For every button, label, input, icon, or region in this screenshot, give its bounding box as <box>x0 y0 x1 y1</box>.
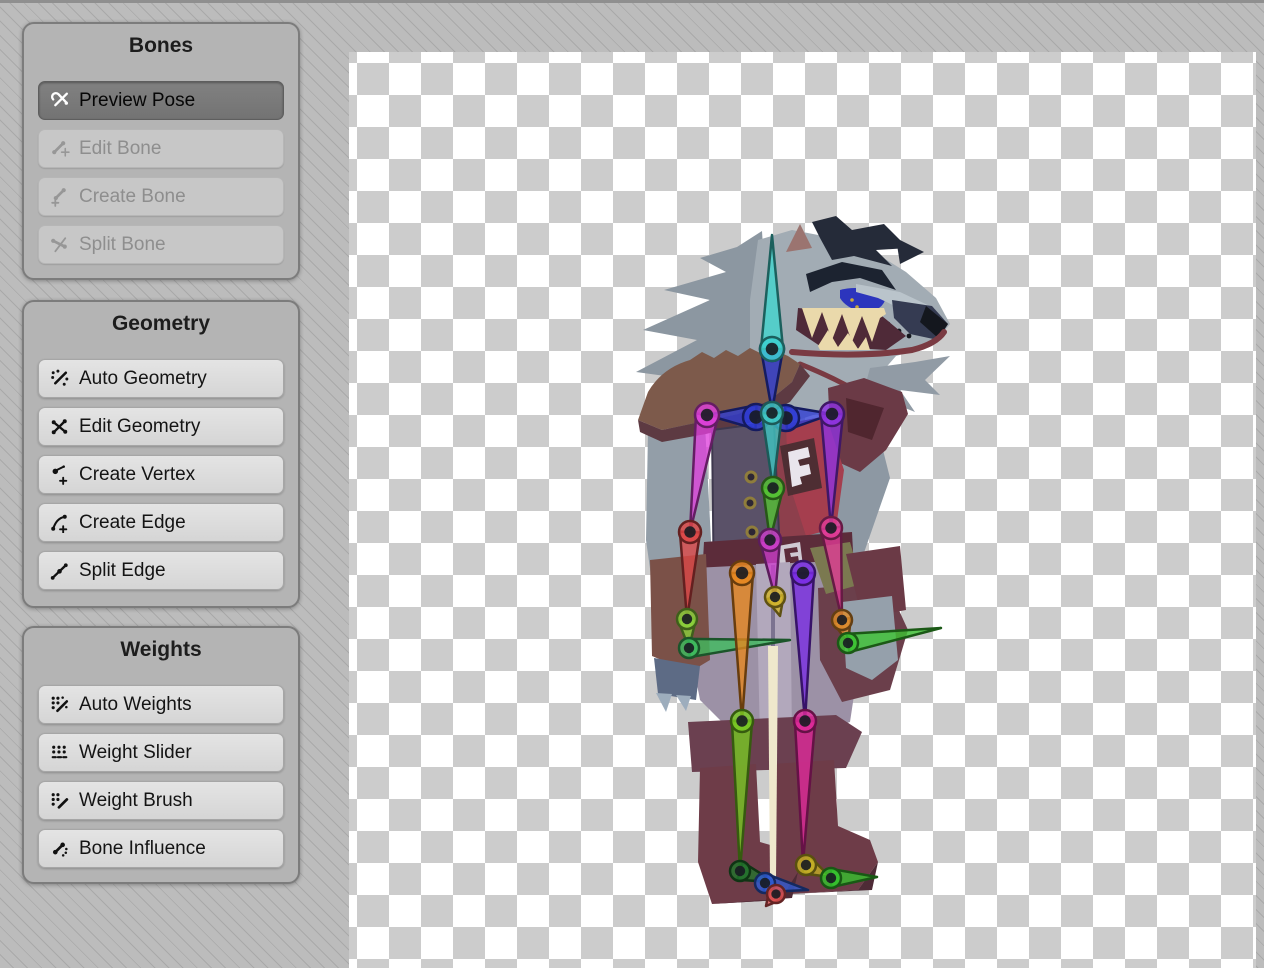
button-label: Edit Bone <box>79 138 161 160</box>
panel-title: Bones <box>24 33 298 59</box>
sprite-canvas[interactable] <box>349 52 1256 968</box>
bone-heel-l[interactable] <box>766 885 785 906</box>
button-label: Edit Geometry <box>79 416 200 438</box>
edit-geometry-icon <box>49 416 70 437</box>
button-label: Create Vertex <box>79 464 195 486</box>
create-vertex-button[interactable]: Create Vertex <box>38 455 284 494</box>
button-label: Weight Brush <box>79 790 193 812</box>
split-edge-button[interactable]: Split Edge <box>38 551 284 590</box>
button-label: Auto Geometry <box>79 368 207 390</box>
edit-bone-icon <box>49 138 70 159</box>
auto-weights-icon <box>49 694 70 715</box>
panel-title: Geometry <box>24 311 298 337</box>
button-label: Split Bone <box>79 234 166 256</box>
panel-geometry: Geometry Auto Geometry Edit Geometry Cre… <box>22 300 300 608</box>
weight-brush-button[interactable]: Weight Brush <box>38 781 284 820</box>
weight-brush-icon <box>49 790 70 811</box>
button-label: Split Edge <box>79 560 166 582</box>
panel-title: Weights <box>24 637 298 663</box>
preview-pose-icon <box>49 90 70 111</box>
create-bone-button[interactable]: Create Bone <box>38 177 284 216</box>
panel-bones: Bones Preview Pose Edit Bone Create Bone… <box>22 22 300 280</box>
skinning-editor-window: Bones Preview Pose Edit Bone Create Bone… <box>0 0 1264 968</box>
button-label: Create Bone <box>79 186 186 208</box>
button-label: Create Edge <box>79 512 186 534</box>
bone-influence-icon <box>49 838 70 859</box>
window-top-edge <box>0 0 1264 3</box>
create-bone-icon <box>49 186 70 207</box>
panel-weights: Weights Auto Weights Weight Slider Weigh… <box>22 626 300 884</box>
auto-geometry-button[interactable]: Auto Geometry <box>38 359 284 398</box>
split-bone-icon <box>49 234 70 255</box>
weight-slider-icon <box>49 742 70 763</box>
edit-geometry-button[interactable]: Edit Geometry <box>38 407 284 446</box>
split-edge-icon <box>49 560 70 581</box>
create-vertex-icon <box>49 464 70 485</box>
button-label: Preview Pose <box>79 90 195 112</box>
bone-influence-button[interactable]: Bone Influence <box>38 829 284 868</box>
preview-pose-button[interactable]: Preview Pose <box>38 81 284 120</box>
edit-bone-button[interactable]: Edit Bone <box>38 129 284 168</box>
weight-slider-button[interactable]: Weight Slider <box>38 733 284 772</box>
button-label: Bone Influence <box>79 838 206 860</box>
create-edge-button[interactable]: Create Edge <box>38 503 284 542</box>
auto-geometry-icon <box>49 368 70 389</box>
button-label: Auto Weights <box>79 694 192 716</box>
split-bone-button[interactable]: Split Bone <box>38 225 284 264</box>
auto-weights-button[interactable]: Auto Weights <box>38 685 284 724</box>
create-edge-icon <box>49 512 70 533</box>
button-label: Weight Slider <box>79 742 192 764</box>
